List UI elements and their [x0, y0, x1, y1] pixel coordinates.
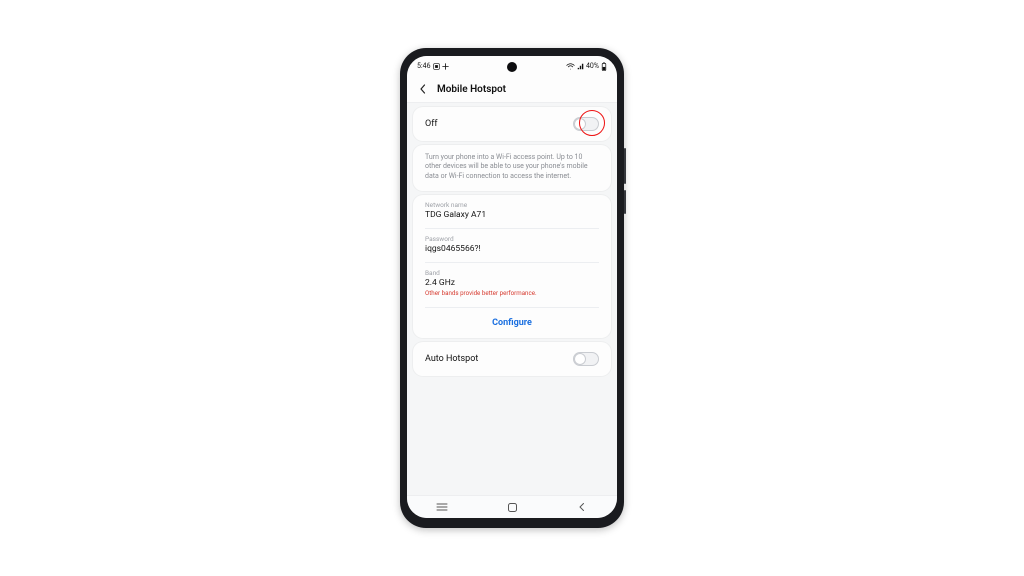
toggle-knob	[574, 353, 586, 365]
status-time: 5:46	[417, 62, 431, 70]
back-button[interactable]	[417, 83, 429, 95]
battery-icon	[601, 62, 607, 71]
config-card: Network name TDG Galaxy A71 Password iqg…	[413, 195, 611, 338]
network-name-label: Network name	[425, 201, 599, 209]
camera-notch	[507, 62, 517, 72]
phone-frame: 5:46 40%	[400, 48, 624, 528]
title-bar: Mobile Hotspot	[407, 76, 617, 103]
phone-screen: 5:46 40%	[407, 56, 617, 518]
add-icon	[442, 63, 449, 70]
description-card: Turn your phone into a Wi-Fi access poin…	[413, 145, 611, 191]
auto-hotspot-toggle[interactable]	[573, 352, 599, 366]
password-value: iqgs0465566?!	[425, 244, 599, 254]
stage: 5:46 40%	[0, 0, 1024, 576]
auto-hotspot-row[interactable]: Auto Hotspot	[413, 342, 611, 376]
page-title: Mobile Hotspot	[437, 84, 506, 95]
navigation-bar	[407, 495, 617, 518]
hotspot-state-label: Off	[425, 119, 437, 129]
signal-icon	[577, 63, 584, 70]
password-field[interactable]: Password iqgs0465566?!	[413, 229, 611, 258]
configure-button[interactable]: Configure	[413, 308, 611, 338]
hotspot-toggle[interactable]	[573, 117, 599, 131]
hotspot-description: Turn your phone into a Wi-Fi access poin…	[413, 145, 611, 191]
toggle-knob	[574, 118, 586, 130]
band-note: Other bands provide better performance.	[425, 289, 599, 297]
network-name-value: TDG Galaxy A71	[425, 210, 599, 220]
auto-hotspot-card: Auto Hotspot	[413, 342, 611, 376]
back-nav-button[interactable]	[576, 501, 588, 513]
hotspot-toggle-card: Off	[413, 107, 611, 141]
network-name-field[interactable]: Network name TDG Galaxy A71	[413, 195, 611, 224]
power-button	[624, 190, 626, 214]
wifi-icon	[566, 63, 575, 70]
recents-button[interactable]	[436, 501, 448, 513]
band-field[interactable]: Band 2.4 GHz Other bands provide better …	[413, 263, 611, 303]
auto-hotspot-label: Auto Hotspot	[425, 354, 478, 364]
volume-button	[624, 148, 626, 184]
home-button[interactable]	[506, 501, 518, 513]
band-value: 2.4 GHz	[425, 278, 599, 288]
band-label: Band	[425, 269, 599, 277]
notification-icon	[433, 63, 440, 70]
hotspot-toggle-row[interactable]: Off	[413, 107, 611, 141]
password-label: Password	[425, 235, 599, 243]
battery-percent: 40%	[586, 62, 599, 70]
